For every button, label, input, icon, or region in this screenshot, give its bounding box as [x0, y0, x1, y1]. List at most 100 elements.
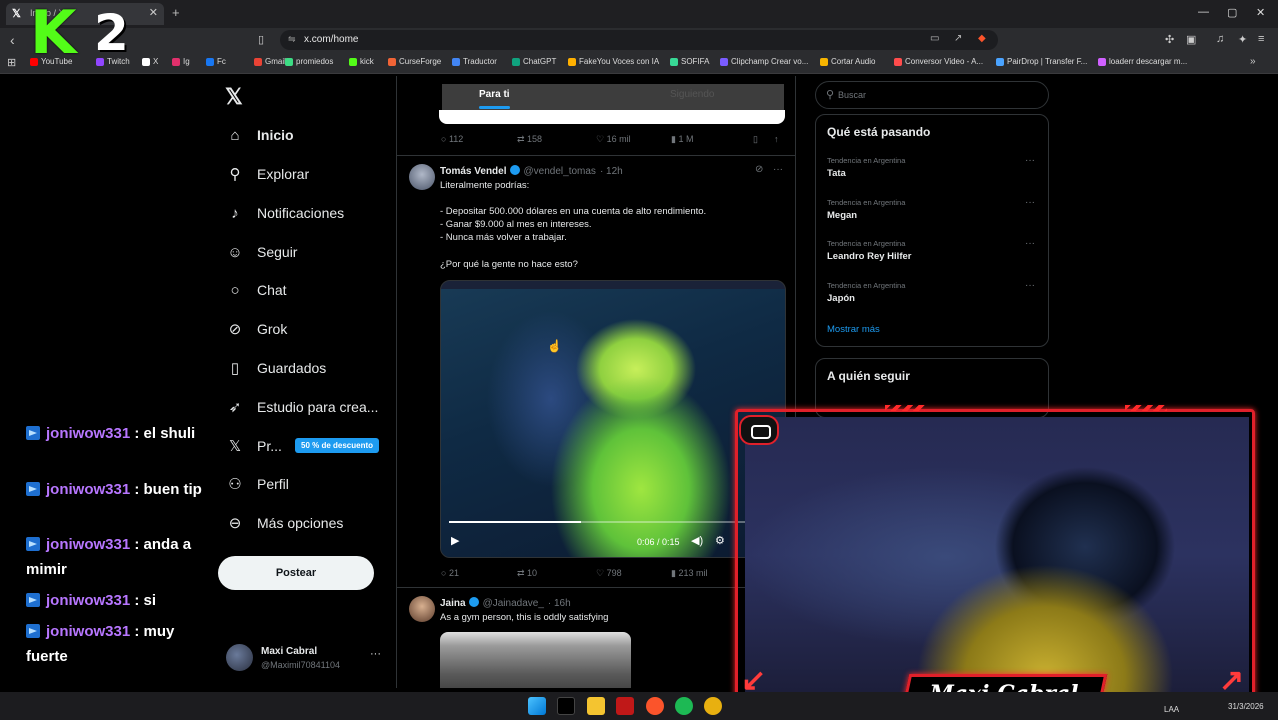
nav-item-chat[interactable]: ○ Chat: [225, 278, 286, 302]
bookmark-label: loaderr descargar m...: [1109, 57, 1188, 66]
search-input[interactable]: ⚲ Buscar: [815, 81, 1049, 109]
trend-name[interactable]: Tata: [827, 168, 846, 179]
volume-icon[interactable]: ◀): [691, 534, 703, 547]
views-button[interactable]: ▮ 213 mil: [671, 568, 707, 579]
app-tf-icon[interactable]: [616, 697, 634, 715]
nav-item-creator-studio[interactable]: ➶ Estudio para crea...: [225, 395, 379, 419]
bookmark-item[interactable]: Cortar Audio: [820, 57, 875, 66]
address-toolbar: ‹ ▯ ⇋ x.com/home ▭ ↗ ◆ ✣ ▣ ♫ ✦ ≡: [0, 28, 1278, 52]
play-icon[interactable]: ▶: [451, 534, 459, 547]
url-bar[interactable]: ⇋ x.com/home ▭ ↗ ◆: [280, 30, 998, 50]
share-icon[interactable]: ↑: [774, 134, 779, 144]
media-icon[interactable]: ♫: [1216, 33, 1224, 45]
spotify-icon[interactable]: [675, 697, 693, 715]
avatar[interactable]: [409, 596, 435, 622]
reply-button[interactable]: ○ 21: [441, 568, 459, 578]
trend-name[interactable]: Leandro Rey Hilfer: [827, 251, 911, 262]
repost-button[interactable]: ⇄ 10: [517, 568, 537, 579]
tweet-author[interactable]: Tomás Vendel @vendel_tomas · 12h: [440, 165, 623, 177]
more-icon[interactable]: ···: [1025, 280, 1035, 291]
settings-icon[interactable]: ⚙: [715, 534, 725, 547]
bookmark-item[interactable]: promiedos: [285, 57, 333, 66]
post-button[interactable]: Postear: [218, 556, 374, 590]
nav-item-grok[interactable]: ⊘ Grok: [225, 317, 288, 341]
file-explorer-icon[interactable]: [587, 697, 605, 715]
bookmark-item[interactable]: Ig: [172, 57, 190, 66]
bookmark-item[interactable]: FakeYou Voces con IA: [568, 57, 659, 66]
nav-item-follow[interactable]: ☺ Seguir: [225, 240, 297, 264]
share-icon[interactable]: ↗: [954, 33, 962, 44]
nav-item-profile[interactable]: ⚇ Perfil: [225, 472, 289, 496]
reply-button[interactable]: ○ 112: [441, 134, 463, 144]
tab-following[interactable]: Siguiendo: [670, 89, 714, 100]
bookmark-item[interactable]: Gmail: [254, 57, 286, 66]
brave-browser-icon[interactable]: [646, 697, 664, 715]
nav-item-home[interactable]: ⌂ Inicio: [225, 123, 293, 147]
windows-start-icon[interactable]: [528, 697, 546, 715]
taskbar: LAA 31/3/2026: [0, 692, 1278, 720]
back-arrow-icon[interactable]: ‹: [10, 32, 15, 48]
bookmark-item[interactable]: PairDrop | Transfer F...: [996, 57, 1087, 66]
cast-icon[interactable]: ▭: [930, 33, 939, 44]
more-icon[interactable]: ···: [1025, 155, 1035, 166]
wallet-icon[interactable]: ✦: [1238, 33, 1247, 46]
avatar[interactable]: [409, 164, 435, 190]
trend-name[interactable]: Megan: [827, 210, 857, 221]
like-button[interactable]: ♡ 798: [596, 568, 622, 579]
maximize-icon[interactable]: ▢: [1227, 6, 1237, 19]
bookmark-item[interactable]: ChatGPT: [512, 57, 556, 66]
apps-grid-icon[interactable]: ⊞: [7, 56, 16, 69]
tab-for-you[interactable]: Para ti: [479, 89, 510, 109]
nav-item-more-options[interactable]: ⊖ Más opciones: [225, 511, 344, 535]
minimize-icon[interactable]: —: [1198, 6, 1209, 18]
nav-item-premium[interactable]: 𝕏 Pr...: [225, 434, 282, 458]
tiktok-icon[interactable]: [557, 697, 575, 715]
menu-icon[interactable]: ≡: [1258, 33, 1264, 45]
new-tab-icon[interactable]: +: [172, 5, 180, 20]
extensions-icon[interactable]: ✣: [1165, 33, 1174, 46]
close-window-icon[interactable]: ✕: [1256, 6, 1265, 19]
grok-icon[interactable]: ⊘: [755, 164, 763, 175]
bookmark-label: Fc: [217, 57, 226, 66]
cursor-icon: ☝: [547, 339, 562, 353]
bookmark-item[interactable]: Conversor Video - A...: [894, 57, 983, 66]
bookmark-item[interactable]: CurseForge: [388, 57, 441, 66]
coin-app-icon[interactable]: [704, 697, 722, 715]
premium-discount-badge[interactable]: 50 % de descuento: [295, 438, 380, 453]
close-tab-icon[interactable]: ✕: [149, 6, 158, 19]
bookmark-item[interactable]: Traductor: [452, 57, 497, 66]
bookmark-item[interactable]: Clipchamp Crear vo...: [720, 57, 808, 66]
show-more-link[interactable]: Mostrar más: [827, 324, 880, 335]
bookmark-item[interactable]: Fc: [206, 57, 226, 66]
sidebar-toggle-icon[interactable]: ▣: [1186, 33, 1196, 46]
more-icon[interactable]: ···: [1025, 197, 1035, 208]
like-button[interactable]: ♡ 16 mil: [596, 134, 631, 145]
bookmark-icon[interactable]: ▯: [753, 134, 758, 145]
site-info-icon[interactable]: ⇋: [288, 34, 296, 45]
chat-icon: ○: [230, 281, 240, 299]
bookmark-item[interactable]: kick: [349, 57, 374, 66]
video-scrubber[interactable]: [449, 521, 779, 523]
nav-item-explore[interactable]: ⚲ Explorar: [225, 162, 310, 186]
repost-button[interactable]: ⇄ 158: [517, 134, 542, 145]
more-icon[interactable]: ···: [370, 648, 381, 660]
x-logo-icon[interactable]: 𝕏: [225, 84, 243, 110]
bookmark-favicon-icon: [996, 57, 1004, 66]
views-button[interactable]: ▮ 1 M: [671, 134, 693, 145]
bookmark-favicon-icon: [452, 57, 460, 66]
nav-item-notifications[interactable]: ♪ Notificaciones: [225, 201, 344, 225]
brave-shield-icon[interactable]: ◆: [978, 33, 986, 44]
bookmark-page-icon[interactable]: ▯: [258, 33, 264, 46]
trend-name[interactable]: Japón: [827, 293, 855, 304]
bookmark-item[interactable]: X: [142, 57, 158, 66]
previous-tweet-media[interactable]: [439, 110, 785, 124]
tweet-author[interactable]: Jaina @Jainadave_ · 16h: [440, 597, 571, 609]
more-icon[interactable]: ···: [1025, 238, 1035, 249]
tweet-image[interactable]: [440, 632, 631, 688]
more-bookmarks-icon[interactable]: »: [1250, 56, 1256, 67]
bookmark-item[interactable]: SOFIFA: [670, 57, 709, 66]
more-icon[interactable]: ···: [773, 164, 783, 175]
bookmark-item[interactable]: loaderr descargar m...: [1098, 57, 1187, 66]
nav-item-bookmarks[interactable]: ▯ Guardados: [225, 356, 326, 380]
account-switcher[interactable]: Maxi Cabral @Maximil70841104 ···: [226, 642, 386, 676]
